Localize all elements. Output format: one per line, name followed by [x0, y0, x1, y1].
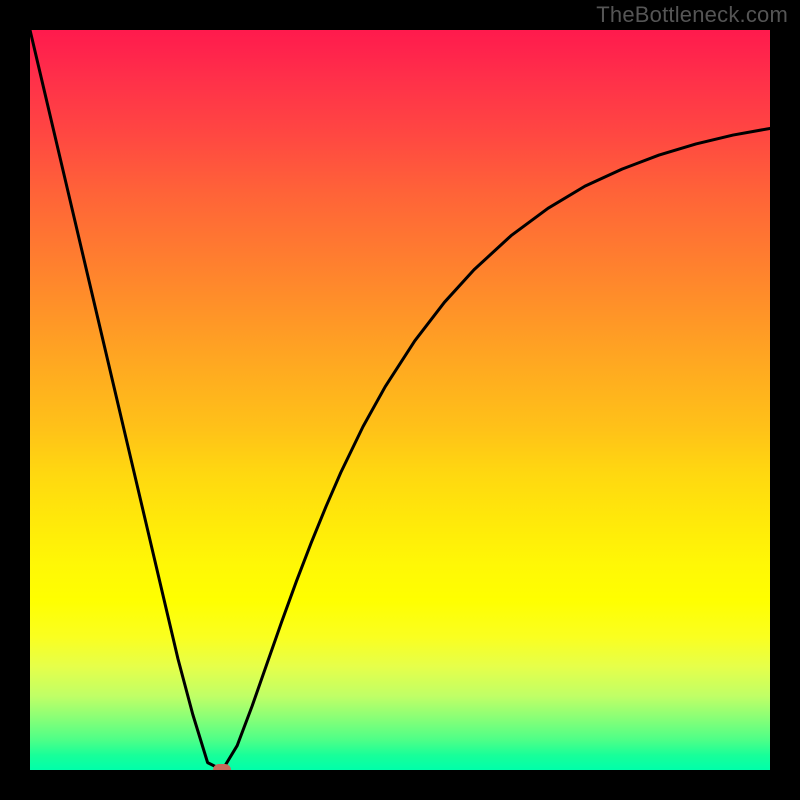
plot-area	[30, 30, 770, 770]
bottleneck-marker-icon	[213, 764, 231, 770]
watermark-text: TheBottleneck.com	[596, 2, 788, 28]
chart-frame: TheBottleneck.com	[0, 0, 800, 800]
curve-svg	[30, 30, 770, 770]
bottleneck-curve	[30, 30, 770, 770]
